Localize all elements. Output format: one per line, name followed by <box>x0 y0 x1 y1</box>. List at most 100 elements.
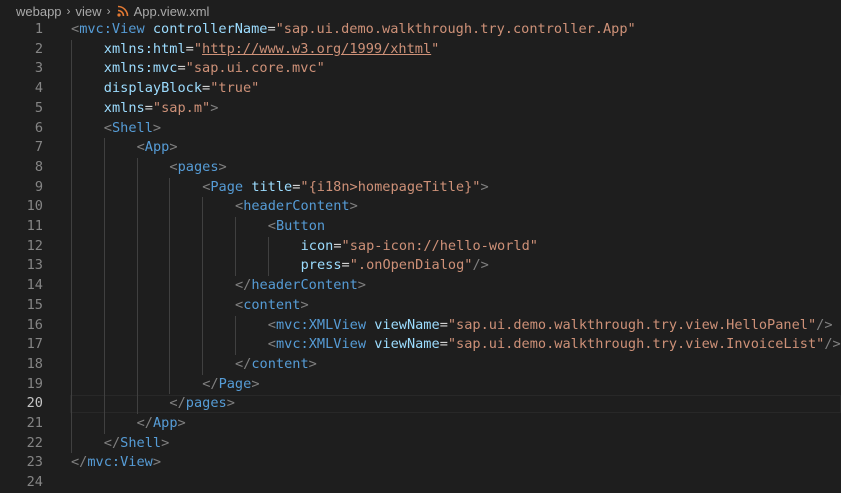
code-line[interactable]: 18 </content> <box>0 355 841 375</box>
code-token: > <box>349 198 358 215</box>
line-number: 23 <box>26 454 43 471</box>
line-number: 1 <box>34 21 43 37</box>
code-token: = <box>202 80 211 97</box>
code-token: > <box>177 415 186 431</box>
code-line[interactable]: 12 icon="sap-icon://hello-world" <box>0 237 841 257</box>
code-token: Page <box>218 375 252 392</box>
breadcrumb: webapp › view › App.view.xml <box>0 0 841 22</box>
code-token: "sap.ui.demo.walkthrough.try.controller.… <box>275 21 636 37</box>
code-line[interactable]: 3 xmlns:mvc="sap.ui.core.mvc" <box>0 59 841 79</box>
code-token: = <box>439 316 448 333</box>
code-line[interactable]: 23 </mvc:View> <box>0 453 841 473</box>
line-number: 6 <box>34 119 43 136</box>
line-number: 12 <box>26 237 43 254</box>
code-token: > <box>152 454 162 471</box>
code-token: > <box>251 375 260 392</box>
code-text: <pages> <box>169 158 226 178</box>
code-line[interactable]: 20 </pages> <box>0 394 841 414</box>
code-token: content <box>243 296 301 313</box>
code-token: App <box>152 415 178 431</box>
code-token: </ <box>235 277 252 294</box>
code-text: <content> <box>235 296 309 316</box>
code-token: viewName <box>374 316 440 333</box>
code-token: "true" <box>210 80 260 97</box>
code-text: <mvc:View controllerName="sap.ui.demo.wa… <box>71 20 636 40</box>
code-text: </App> <box>137 414 186 434</box>
code-line[interactable]: 11 <Button <box>0 217 841 237</box>
code-line[interactable]: 1 <mvc:View controllerName="sap.ui.demo.w… <box>0 20 841 40</box>
code-token: "sap.ui.demo.walkthrough.try.view.Invoic… <box>447 336 825 353</box>
code-token: Shell <box>120 434 162 451</box>
code-token: "sap.m" <box>152 99 211 116</box>
code-token: headerContent <box>251 277 358 294</box>
code-text: </pages> <box>169 394 234 414</box>
code-token: pages <box>177 158 219 175</box>
code-token: "sap.ui.core.mvc" <box>185 60 325 77</box>
breadcrumb-item-file[interactable]: App.view.xml <box>134 4 210 19</box>
code-line[interactable]: 9 <Page title="{i18n>homepageTitle}"> <box>0 178 841 198</box>
code-text: </content> <box>235 355 317 375</box>
line-number: 14 <box>26 277 43 294</box>
code-text: xmlns="sap.m"> <box>104 99 219 119</box>
code-token: < <box>169 158 178 175</box>
code-text: <Page title="{i18n>homepageTitle}"> <box>202 178 488 198</box>
code-line[interactable]: 5 xmlns="sap.m"> <box>0 99 841 119</box>
line-number: 3 <box>34 60 43 77</box>
code-token: controllerName <box>152 21 268 37</box>
code-token: < <box>103 119 112 136</box>
code-token: </ <box>71 454 88 471</box>
code-line[interactable]: 2 xmlns:html="http://www.w3.org/1999/xhtm… <box>0 40 841 60</box>
code-line[interactable]: 13 press=".onOpenDialog"/> <box>0 256 841 276</box>
code-token: > <box>218 158 227 175</box>
code-line[interactable]: 10 <headerContent> <box>0 197 841 217</box>
code-text: <Button <box>268 217 325 237</box>
code-line[interactable]: 17 <mvc:XMLView viewName="sap.ui.demo.wal… <box>0 335 841 355</box>
code-token: </ <box>235 355 252 372</box>
code-token: displayBlock <box>103 80 203 97</box>
code-token: < <box>267 336 276 353</box>
line-number: 17 <box>26 336 43 353</box>
line-number: 22 <box>26 434 43 451</box>
code-token: press <box>300 257 342 274</box>
breadcrumb-item-view[interactable]: view <box>76 4 102 19</box>
code-token: < <box>235 198 244 215</box>
url-link[interactable]: http://www.w3.org/1999/xhtml <box>202 41 431 57</box>
code-line[interactable]: 6 <Shell> <box>0 119 841 139</box>
code-line[interactable]: 19 </Page> <box>0 375 841 395</box>
code-text: </Page> <box>202 375 259 395</box>
code-token: < <box>267 218 276 234</box>
code-token: viewName <box>374 336 440 353</box>
code-token: > <box>226 395 235 412</box>
chevron-right-icon: › <box>66 4 71 18</box>
line-number: 13 <box>26 257 43 274</box>
code-token: </ <box>169 395 186 412</box>
code-line[interactable]: 15 <content> <box>0 296 841 316</box>
line-number: 10 <box>26 198 43 215</box>
code-editor[interactable]: 1 <mvc:View controllerName="sap.ui.demo.w… <box>0 20 841 490</box>
code-text: <App> <box>137 138 178 158</box>
code-text: press=".onOpenDialog"/> <box>301 256 489 276</box>
code-token: mvc:XMLView <box>275 316 367 333</box>
code-line[interactable]: 16 <mvc:XMLView viewName="sap.ui.demo.wal… <box>0 316 841 336</box>
code-line[interactable]: 4 displayBlock="true" <box>0 79 841 99</box>
code-token: </ <box>202 375 219 392</box>
code-line[interactable]: 14 </headerContent> <box>0 276 841 296</box>
code-line[interactable]: 21 </App> <box>0 414 841 434</box>
code-token: > <box>210 99 219 116</box>
code-text: </mvc:View> <box>71 453 161 473</box>
code-token: title <box>251 178 293 195</box>
code-token: > <box>357 277 366 294</box>
code-token: Button <box>275 218 326 234</box>
code-text: <mvc:XMLView viewName="sap.ui.demo.walkt… <box>268 316 833 336</box>
code-token: /> <box>472 257 489 274</box>
breadcrumb-item-webapp[interactable]: webapp <box>16 4 62 19</box>
code-line[interactable]: 22 </Shell> <box>0 434 841 454</box>
code-line[interactable]: 7 <App> <box>0 138 841 158</box>
code-text: <headerContent> <box>235 197 358 217</box>
code-token: xmlns:html <box>103 40 186 57</box>
code-token: " <box>431 40 440 57</box>
code-line[interactable]: 8 <pages> <box>0 158 841 178</box>
code-text: xmlns:html="http://www.w3.org/1999/xhtml… <box>104 40 440 60</box>
